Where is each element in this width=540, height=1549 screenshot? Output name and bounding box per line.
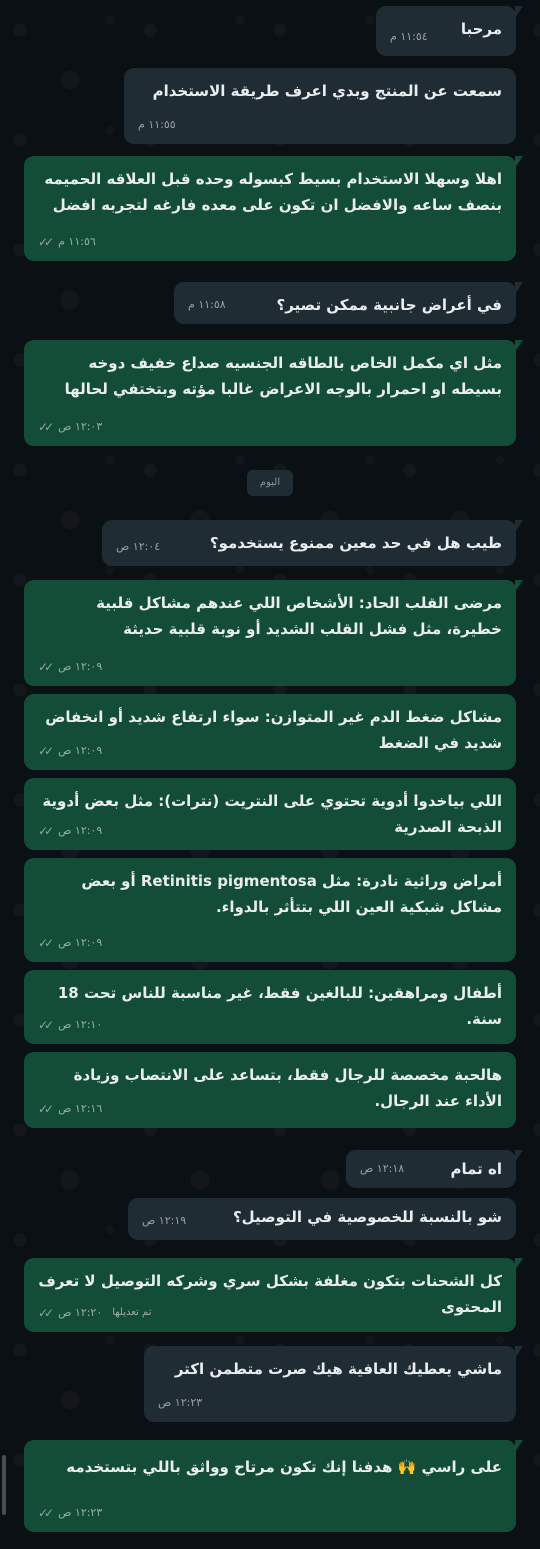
message-meta: ✓✓ ١٢:٠٩ ص: [38, 738, 102, 764]
message-meta: ١٢:٠٤ ص: [116, 534, 160, 560]
message-time: ١٢:٠٩ ص: [58, 824, 103, 837]
double-check-icon: ✓✓: [38, 1306, 54, 1320]
edited-label: تم تعديلها: [112, 1307, 152, 1318]
message-meta: ✓✓ ١٢:٠٩ ص: [38, 930, 102, 956]
double-check-icon: ✓✓: [38, 936, 54, 950]
double-check-icon: ✓✓: [38, 824, 54, 838]
message-meta: ١١:٥٨ م: [188, 292, 226, 318]
message-time: ١١:٥٥ م: [138, 118, 176, 131]
message-text: على راسي 🙌 هدفنا إنك تكون مرتاح وواثق با…: [66, 1458, 502, 1476]
message-time: ١٢:١٠ ص: [58, 1018, 103, 1031]
message-time: ١٢:٠٩ ص: [58, 744, 103, 757]
message-text: مشاكل ضغط الدم غير المتوازن: سواء ارتفاع…: [45, 708, 502, 752]
message-bubble-outgoing[interactable]: مشاكل ضغط الدم غير المتوازن: سواء ارتفاع…: [24, 694, 516, 770]
message-bubble-incoming[interactable]: سمعت عن المنتج وبدي اعرف طريقة الاستخدام…: [124, 68, 516, 144]
message-meta: ✓✓ ١٢:٢٣ ص: [38, 1500, 102, 1526]
message-text: شو بالنسبة للخصوصية في التوصيل؟: [232, 1208, 502, 1226]
message-meta: ١١:٥٤ م: [390, 24, 428, 50]
message-time: ١٢:١٨ ص: [360, 1162, 405, 1175]
message-bubble-outgoing[interactable]: كل الشحنات بتكون مغلفة بشكل سري وشركه ال…: [24, 1258, 523, 1332]
message-bubble-outgoing[interactable]: مرضى القلب الحاد: الأشخاص اللي عندهم مشا…: [24, 580, 523, 686]
scrollbar[interactable]: [2, 1455, 6, 1515]
message-text: اهلا وسهلا الاستخدام بسيط كبسوله وحده قب…: [44, 170, 502, 214]
message-time: ١٢:١٦ ص: [58, 1102, 103, 1115]
message-bubble-incoming[interactable]: مرحبا ١١:٥٤ م: [376, 6, 523, 56]
double-check-icon: ✓✓: [38, 744, 54, 758]
double-check-icon: ✓✓: [38, 420, 54, 434]
message-bubble-incoming[interactable]: اه تمام ١٢:١٨ ص: [346, 1150, 523, 1188]
message-text: هالحبة مخصصة للرجال فقط، بتساعد على الان…: [73, 1066, 502, 1110]
message-text: اللي بياخدوا أدوية تحتوي على النتريت (نت…: [42, 792, 502, 836]
message-meta: ١٢:٢٣ ص: [158, 1390, 202, 1416]
double-check-icon: ✓✓: [38, 660, 54, 674]
message-text: ماشي يعطيك العافية هيك صرت متطمن اكتر: [174, 1360, 502, 1378]
message-text: في أعراض جانبية ممكن تصير؟: [276, 296, 502, 314]
message-meta: ✓✓ ١٢:٢٠ ص تم تعديلها: [38, 1300, 151, 1326]
message-time: ١٢:٠٩ ص: [58, 936, 103, 949]
message-time: ١٢:٢٠ ص: [58, 1306, 103, 1319]
message-meta: ✓✓ ١٢:٠٩ ص: [38, 818, 102, 844]
message-meta: ١٢:١٩ ص: [142, 1208, 186, 1234]
message-text: مثل اي مكمل الخاص بالطاقه الجنسيه صداع خ…: [64, 354, 502, 398]
message-bubble-incoming[interactable]: شو بالنسبة للخصوصية في التوصيل؟ ١٢:١٩ ص: [128, 1198, 516, 1240]
message-meta: ١٢:١٨ ص: [360, 1156, 404, 1182]
message-text: أطفال ومراهقين: للبالغين فقط، غير مناسبة…: [57, 984, 502, 1028]
message-time: ١٢:٢٣ ص: [158, 1396, 203, 1409]
message-time: ١١:٥٨ م: [188, 298, 226, 311]
message-meta: ✓✓ ١٢:٠٩ ص: [38, 654, 102, 680]
message-time: ١٢:١٩ ص: [142, 1214, 187, 1227]
message-meta: ١١:٥٥ م: [138, 112, 176, 138]
double-check-icon: ✓✓: [38, 1018, 54, 1032]
message-bubble-outgoing[interactable]: على راسي 🙌 هدفنا إنك تكون مرتاح وواثق با…: [24, 1440, 523, 1532]
message-time: ١٢:٠٩ ص: [58, 660, 103, 673]
message-text: مرضى القلب الحاد: الأشخاص اللي عندهم مشا…: [96, 594, 502, 638]
message-text: طيب هل في حد معين ممنوع يستخدمو؟: [209, 534, 502, 552]
message-meta: ✓✓ ١٢:٠٣ ص: [38, 414, 102, 440]
message-time: ١١:٥٦ م: [58, 235, 96, 248]
message-time: ١٢:٠٣ ص: [58, 420, 103, 433]
message-bubble-incoming[interactable]: طيب هل في حد معين ممنوع يستخدمو؟ ١٢:٠٤ ص: [102, 520, 523, 566]
message-meta: ✓✓ ١١:٥٦ م: [38, 229, 96, 255]
double-check-icon: ✓✓: [38, 1102, 54, 1116]
message-meta: ✓✓ ١٢:١٠ ص: [38, 1012, 102, 1038]
message-time: ١١:٥٤ م: [390, 30, 428, 43]
message-meta: ✓✓ ١٢:١٦ ص: [38, 1096, 102, 1122]
message-bubble-outgoing[interactable]: أطفال ومراهقين: للبالغين فقط، غير مناسبة…: [24, 970, 516, 1044]
message-bubble-outgoing[interactable]: اهلا وسهلا الاستخدام بسيط كبسوله وحده قب…: [24, 156, 523, 261]
message-bubble-incoming[interactable]: في أعراض جانبية ممكن تصير؟ ١١:٥٨ م: [174, 282, 523, 324]
message-bubble-outgoing[interactable]: اللي بياخدوا أدوية تحتوي على النتريت (نت…: [24, 778, 516, 850]
date-separator: اليوم: [247, 470, 293, 496]
message-time: ١٢:٠٤ ص: [116, 540, 161, 553]
double-check-icon: ✓✓: [38, 1506, 54, 1520]
message-text: سمعت عن المنتج وبدي اعرف طريقة الاستخدام: [152, 82, 502, 100]
message-bubble-outgoing[interactable]: أمراض وراثية نادرة: مثل Retinitis pigmen…: [24, 858, 516, 962]
message-bubble-outgoing[interactable]: مثل اي مكمل الخاص بالطاقه الجنسيه صداع خ…: [24, 340, 523, 446]
message-time: ١٢:٢٣ ص: [58, 1506, 103, 1519]
double-check-icon: ✓✓: [38, 235, 54, 249]
message-bubble-outgoing[interactable]: هالحبة مخصصة للرجال فقط، بتساعد على الان…: [24, 1052, 516, 1128]
message-text: أمراض وراثية نادرة: مثل Retinitis pigmen…: [81, 872, 502, 916]
message-bubble-incoming[interactable]: ماشي يعطيك العافية هيك صرت متطمن اكتر ١٢…: [144, 1346, 523, 1422]
chat-area[interactable]: مرحبا ١١:٥٤ م سمعت عن المنتج وبدي اعرف ط…: [0, 0, 540, 1549]
